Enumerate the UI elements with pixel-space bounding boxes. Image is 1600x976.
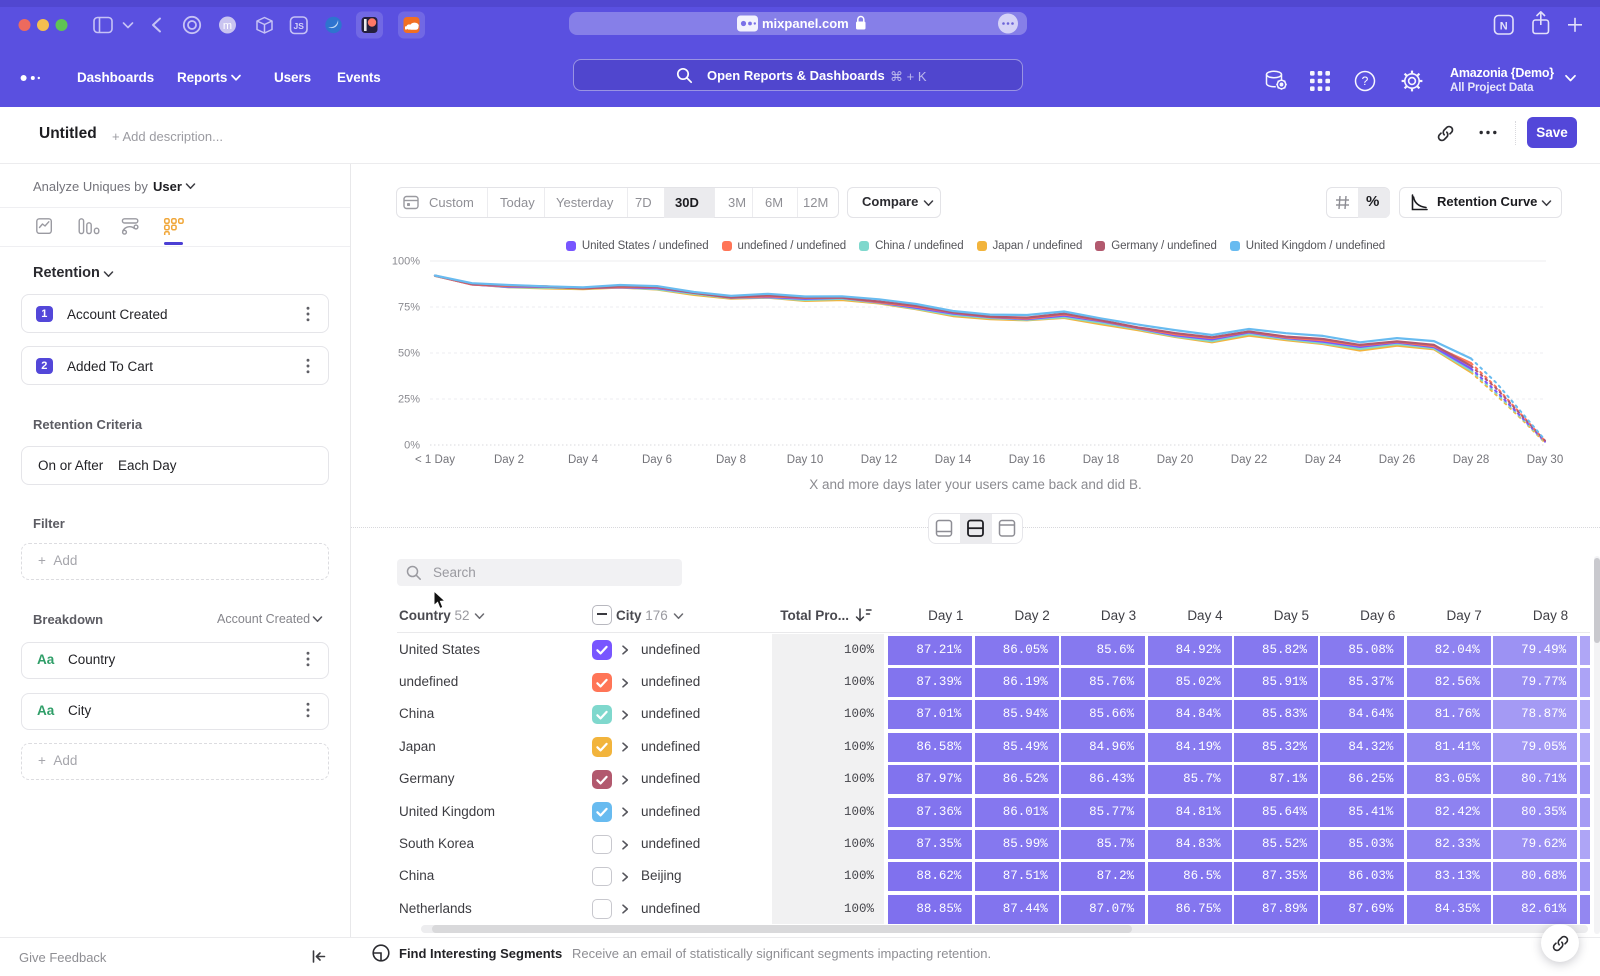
svg-text:Day 14: Day 14 [935, 454, 972, 466]
svg-text:Day 28: Day 28 [1453, 454, 1489, 466]
svg-text:Day 10: Day 10 [787, 454, 823, 466]
svg-text:100%: 100% [392, 256, 420, 268]
svg-text:Day 20: Day 20 [1157, 454, 1193, 466]
svg-text:50%: 50% [398, 348, 420, 360]
svg-text:0%: 0% [404, 440, 420, 452]
svg-text:Day 16: Day 16 [1009, 454, 1045, 466]
svg-text:Day 2: Day 2 [494, 454, 524, 466]
svg-text:< 1 Day: < 1 Day [415, 454, 455, 466]
svg-text:Day 4: Day 4 [568, 454, 599, 466]
svg-text:Day 12: Day 12 [861, 454, 897, 466]
svg-text:Day 26: Day 26 [1379, 454, 1415, 466]
svg-text:Day 6: Day 6 [642, 454, 672, 466]
svg-text:25%: 25% [398, 394, 420, 406]
svg-text:Day 22: Day 22 [1231, 454, 1267, 466]
svg-text:75%: 75% [398, 302, 420, 314]
svg-text:Day 30: Day 30 [1527, 454, 1563, 466]
svg-text:Day 18: Day 18 [1083, 454, 1119, 466]
svg-text:Day 8: Day 8 [716, 454, 746, 466]
svg-text:Day 24: Day 24 [1305, 454, 1342, 466]
